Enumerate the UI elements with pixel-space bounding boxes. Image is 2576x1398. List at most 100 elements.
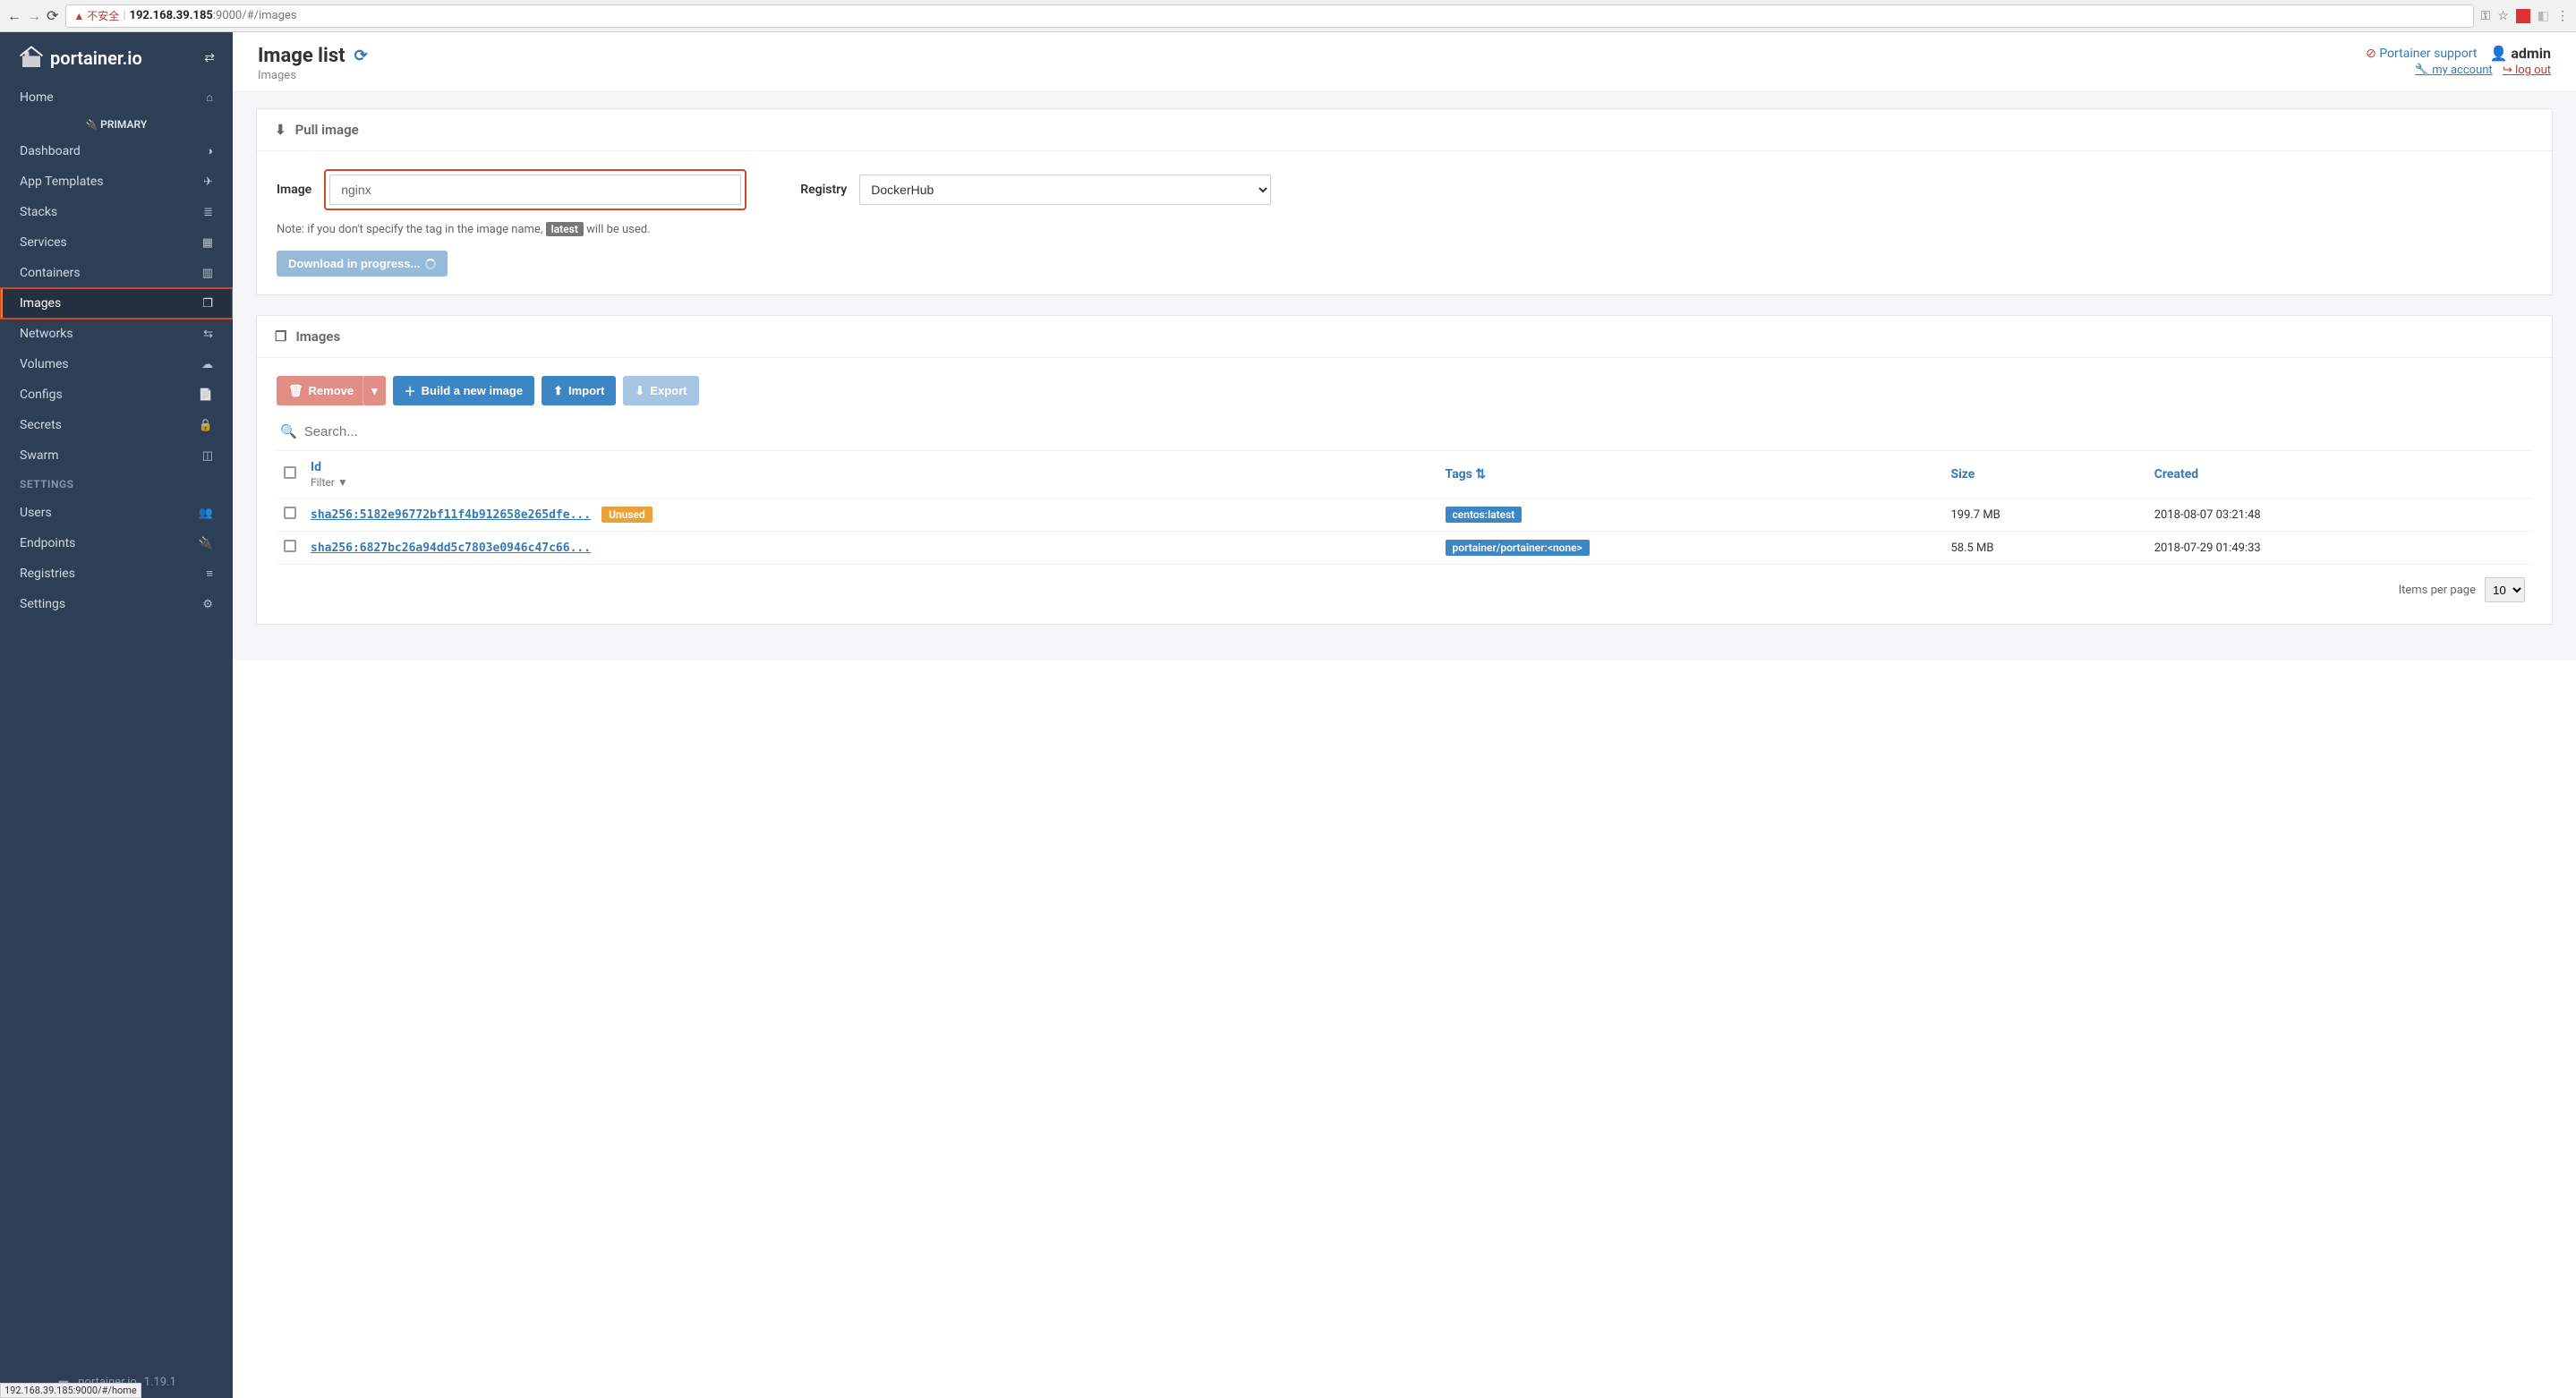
sidebar-item-endpoints[interactable]: Endpoints🔌 (0, 528, 233, 558)
row-checkbox[interactable] (284, 540, 296, 552)
image-id-link[interactable]: sha256:5182e96772bf11f4b912658e265dfe... (311, 508, 591, 522)
row-checkbox[interactable] (284, 507, 296, 519)
home-icon: ⌂ (206, 90, 213, 105)
sidebar-item-settings[interactable]: Settings ⚙ (0, 589, 233, 619)
sidebar-item-swarm[interactable]: Swarm◫ (0, 440, 233, 471)
support-label: Portainer support (2379, 47, 2477, 61)
extension-icon[interactable] (2516, 9, 2530, 23)
export-button[interactable]: ⬇ Export (623, 376, 698, 405)
menu-icon[interactable]: ⋮ (2556, 9, 2569, 23)
registry-label: Registry (800, 183, 847, 197)
insecure-badge: ▲ 不安全 (73, 8, 119, 23)
note-suffix: will be used. (586, 223, 650, 236)
sidebar-label: Settings (20, 597, 65, 611)
sidebar-item-configs[interactable]: Configs📄 (0, 379, 233, 410)
cogs-icon: ⚙ (202, 598, 213, 611)
unused-badge: Unused (601, 507, 653, 523)
back-icon[interactable]: ← (7, 7, 21, 25)
sidebar-item-secrets[interactable]: Secrets🔒 (0, 410, 233, 440)
sidebar-item-networks[interactable]: Networks ⇆ (0, 319, 233, 349)
key-icon[interactable]: ⚿ (2481, 9, 2491, 23)
support-link[interactable]: ⊘ Portainer support (2366, 47, 2477, 61)
logo[interactable]: portainer.io (18, 45, 142, 72)
download-icon: ⬇ (275, 122, 286, 138)
sort-icon: ⇅ (1475, 467, 1486, 482)
plus-icon: ＋ (405, 382, 416, 399)
my-account-link[interactable]: 🔧 my account (2415, 64, 2493, 77)
sidebar-item-images[interactable]: Images❐ (0, 288, 233, 319)
sidebar-item-users[interactable]: Users👥 (0, 498, 233, 528)
tag-note: Note: if you don't specify the tag in th… (277, 223, 2532, 236)
breadcrumb: Images (258, 69, 368, 82)
filter-label: Filter (311, 476, 335, 489)
col-tags[interactable]: Tags ⇅ (1438, 451, 1944, 499)
star-icon[interactable]: ☆ (2497, 9, 2509, 23)
size-cell: 199.7 MB (1943, 499, 2146, 532)
sidebar-item-containers[interactable]: Containers▥ (0, 258, 233, 288)
search-input[interactable] (304, 424, 573, 439)
import-button[interactable]: ⬆ Import (542, 376, 616, 405)
created-cell: 2018-08-07 03:21:48 (2147, 499, 2532, 532)
wrench-icon: 🔧 (2415, 64, 2429, 77)
logout-icon: ↪ (2503, 64, 2512, 77)
action-buttons: 🗑 Remove ▾ ＋ Build a new image ⬆ Import … (277, 376, 2532, 405)
pull-panel-header: ⬇ Pull image (257, 109, 2552, 151)
tachometer-icon: ◑ (206, 144, 213, 158)
filter-icon[interactable]: ▼ (337, 476, 348, 489)
sidebar-label: Containers (20, 266, 81, 280)
refresh-icon[interactable]: ⟳ (354, 47, 368, 65)
sidebar-label: Services (20, 235, 67, 250)
sidebar-item-registries[interactable]: Registries≡ (0, 558, 233, 589)
items-per-page-select[interactable]: 10 (2485, 577, 2525, 602)
reload-icon[interactable]: ⟳ (47, 7, 58, 24)
col-created[interactable]: Created (2147, 451, 2532, 499)
pull-button[interactable]: Download in progress... (277, 251, 448, 277)
search-icon: 🔍 (280, 423, 297, 439)
sidebar-label: Registries (20, 567, 75, 581)
plug-icon: 🔌 (199, 537, 213, 550)
image-input[interactable] (329, 175, 741, 205)
export-label: Export (650, 384, 687, 397)
sidebar-item-volumes[interactable]: Volumes☁ (0, 349, 233, 379)
col-size[interactable]: Size (1943, 451, 2146, 499)
build-button[interactable]: ＋ Build a new image (393, 376, 534, 405)
remove-dropdown[interactable]: ▾ (363, 376, 386, 405)
col-id[interactable]: Id Filter ▼ (303, 451, 1438, 499)
remove-label: Remove (309, 384, 354, 397)
lifebuoy-icon: ⊘ (2366, 47, 2376, 61)
log-out-link[interactable]: ↪ log out (2503, 64, 2551, 77)
image-id-link[interactable]: sha256:6827bc26a94dd5c7803e0946c47c66... (311, 541, 591, 555)
sidebar-home-label: Home (20, 90, 54, 105)
table-row: sha256:6827bc26a94dd5c7803e0946c47c66...… (277, 532, 2532, 565)
col-tags-label: Tags (1446, 467, 1472, 482)
browser-chrome: ← → ⟳ ▲ 不安全 | 192.168.39.185:9000/#/imag… (0, 0, 2576, 32)
sidebar-home[interactable]: Home ⌂ (0, 82, 233, 113)
sidebar-item-app-templates[interactable]: App Templates✈ (0, 166, 233, 197)
sidebar-label: Volumes (20, 357, 69, 371)
sidebar-label: App Templates (20, 175, 104, 189)
url-bar[interactable]: ▲ 不安全 | 192.168.39.185:9000/#/images (65, 4, 2473, 28)
remove-button[interactable]: 🗑 Remove (277, 376, 365, 405)
sidebar-label: Networks (20, 327, 73, 341)
sidebar-item-services[interactable]: Services ▦ (0, 227, 233, 258)
sidebar: portainer.io ⇄ Home ⌂ PRIMARY Dashboard◑… (0, 32, 233, 1398)
sidebar-item-stacks[interactable]: Stacks≣ (0, 197, 233, 227)
images-panel: ❐ Images 🗑 Remove ▾ ＋ Build a new image … (256, 315, 2553, 625)
my-account-label: my account (2432, 64, 2492, 77)
services-icon: ▦ (202, 236, 213, 250)
endpoint-toggle-icon[interactable]: ⇄ (204, 51, 215, 65)
pull-image-panel: ⬇ Pull image Image Registry (256, 108, 2553, 295)
extension-icon-2[interactable]: ◧ (2538, 9, 2549, 23)
forward-icon[interactable]: → (27, 7, 41, 25)
settings-heading: SETTINGS (0, 471, 233, 498)
select-all-checkbox[interactable] (284, 466, 296, 479)
brand-text: portainer.io (50, 47, 142, 69)
sidebar-item-dashboard[interactable]: Dashboard◑ (0, 136, 233, 166)
latest-badge: latest (546, 222, 584, 236)
items-per-page-label: Items per page (2399, 584, 2476, 597)
page-header: Image list ⟳ Images ⊘ Portainer support … (233, 32, 2576, 92)
warning-icon: ▲ (73, 10, 84, 22)
sitemap-icon: ⇆ (203, 328, 213, 341)
page-title: Image list ⟳ (258, 45, 368, 67)
registry-select[interactable]: DockerHub (859, 175, 1271, 205)
